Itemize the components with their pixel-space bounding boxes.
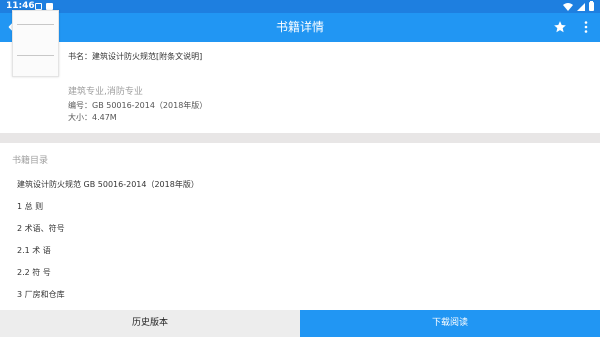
toc-heading: 书籍目录 <box>12 156 49 166</box>
book-code: 编号：GB 50016-2014（2018年版） <box>68 101 208 110</box>
section-divider <box>0 133 600 143</box>
toc-item[interactable]: 3 厂房和仓库 <box>17 284 577 306</box>
toc-item[interactable]: 2 术语、符号 <box>17 218 577 240</box>
image-notification-icon <box>35 3 42 10</box>
wifi-icon <box>563 2 573 11</box>
status-bar: 11:46 <box>0 0 600 13</box>
book-cover <box>12 10 59 77</box>
more-options-button[interactable] <box>577 17 595 37</box>
status-indicators <box>563 1 594 11</box>
book-size: 大小：4.47M <box>68 113 117 122</box>
history-versions-button[interactable]: 历史版本 <box>0 310 300 337</box>
download-read-button[interactable]: 下载阅读 <box>300 310 600 337</box>
battery-icon <box>589 1 594 11</box>
app-notification-icon <box>46 3 53 10</box>
app-bar: 书籍详情 <box>0 13 600 42</box>
toc-item[interactable]: 2.2 符 号 <box>17 262 577 284</box>
star-icon <box>554 21 566 33</box>
more-vertical-icon <box>584 21 588 33</box>
toc-item[interactable]: 2.1 术 语 <box>17 240 577 262</box>
book-name: 书名：建筑设计防火规范[附条文说明] <box>68 52 203 61</box>
page-title: 书籍详情 <box>275 20 324 34</box>
toc-item[interactable]: 建筑设计防火规范 GB 50016-2014（2018年版） <box>17 174 577 196</box>
toc-item[interactable]: 1 总 则 <box>17 196 577 218</box>
book-category: 建筑专业,消防专业 <box>68 87 143 97</box>
favorite-button[interactable] <box>550 17 570 37</box>
cover-rule <box>17 55 54 56</box>
cover-rule <box>17 24 54 25</box>
signal-icon <box>577 2 585 11</box>
